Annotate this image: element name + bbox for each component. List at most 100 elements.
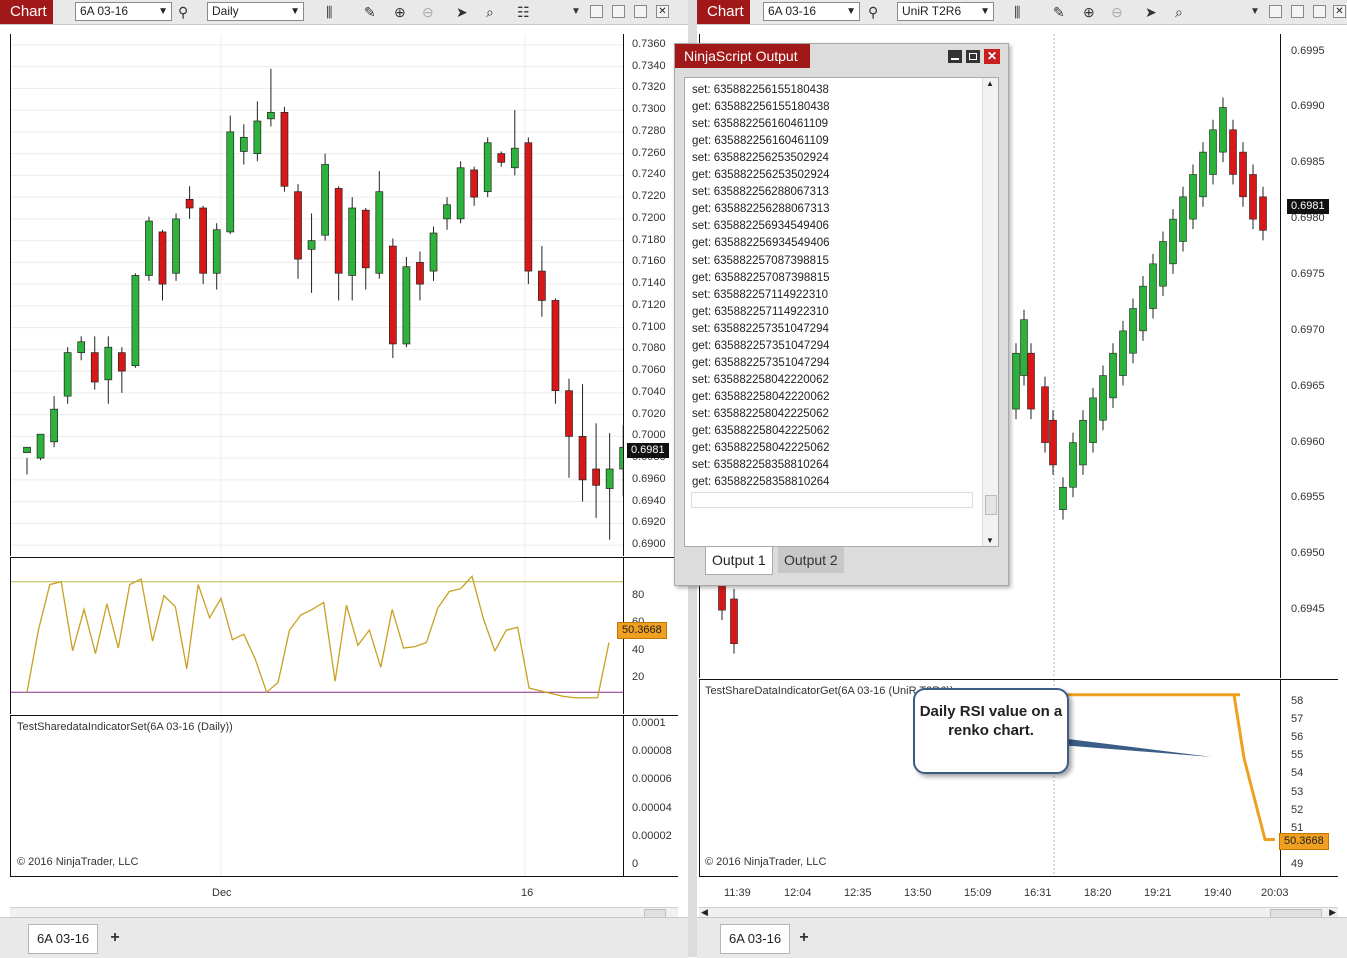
chevron-down-icon: ▼: [290, 6, 300, 17]
renko-brick: [1249, 174, 1257, 220]
scroll-down-icon[interactable]: ▼: [986, 536, 994, 545]
minimize-button[interactable]: [612, 5, 625, 18]
data-box-icon[interactable]: ⌕: [486, 3, 494, 21]
candle-body: [510, 147, 519, 169]
price-axis[interactable]: 0.7360 0.7340 0.7320 0.7300 0.7280 0.7260 0.72…: [623, 34, 679, 556]
rsi-panel[interactable]: [10, 558, 624, 714]
output-text-area[interactable]: set: 635882256155180438 get: 635882256155…: [684, 77, 999, 547]
bar-style-icon[interactable]: ⫼: [326, 3, 332, 21]
search-icon[interactable]: ⚲: [868, 3, 878, 21]
price-tick-label: 0.7120: [632, 298, 666, 311]
close-button[interactable]: ✕: [984, 49, 1000, 64]
output-line: get: 635882258042220062: [692, 390, 830, 403]
zoom-out-icon[interactable]: ⊖: [1111, 3, 1123, 21]
price-tick-label: 0.6950: [1291, 547, 1325, 560]
pencil-icon[interactable]: ✎: [364, 3, 376, 21]
dropdown-icon[interactable]: ▼: [571, 3, 581, 21]
candle-body: [497, 153, 506, 163]
indicator-tick-label: 49: [1291, 857, 1304, 870]
bar-style-icon[interactable]: ⫼: [1014, 3, 1020, 21]
close-button[interactable]: ✕: [656, 5, 669, 18]
time-axis[interactable]: Dec 16: [10, 877, 623, 907]
scroll-thumb[interactable]: [985, 495, 997, 515]
rsi-tick-label: 80: [632, 588, 645, 601]
price-tick-label: 0.7060: [632, 364, 666, 377]
callout-text: Daily RSI value on a renko chart.: [919, 703, 1063, 739]
properties-icon[interactable]: ☷: [517, 3, 530, 21]
instrument-selector[interactable]: 6A 03-16 ▼: [75, 2, 172, 21]
indicator-axis[interactable]: 0.0001 0.00008 0.00006 0.00004 0.00002 0: [623, 716, 679, 876]
price-tick-label: 0.6945: [1291, 603, 1325, 616]
pointer-icon[interactable]: ➤: [1145, 3, 1157, 21]
price-tick-label: 0.7220: [632, 190, 666, 203]
indicator-tick-label: 57: [1291, 713, 1304, 726]
candle-body: [185, 198, 194, 209]
instrument-selector[interactable]: 6A 03-16 ▼: [763, 2, 860, 21]
renko-brick: [730, 598, 738, 644]
workspace-button[interactable]: [590, 5, 603, 18]
candle-body: [456, 167, 465, 220]
zoom-out-icon[interactable]: ⊖: [422, 3, 434, 21]
maximize-button[interactable]: [634, 5, 647, 18]
data-box-icon[interactable]: ⌕: [1175, 3, 1183, 21]
search-icon[interactable]: ⚲: [178, 3, 188, 21]
zoom-in-icon[interactable]: ⊕: [394, 3, 406, 21]
price-tick-label: 0.6965: [1291, 379, 1325, 392]
price-axis[interactable]: 0.6995 0.6990 0.6985 0.6980 0.6975 0.6970 0.69…: [1280, 34, 1339, 678]
time-axis[interactable]: 11:39 12:04 12:35 13:50 15:09 16:31 18:20 19:21…: [699, 877, 1289, 907]
period-value: Daily: [212, 4, 239, 18]
time-tick-label: 19:21: [1144, 887, 1172, 899]
renko-brick: [1012, 352, 1020, 410]
workspace-button[interactable]: [1269, 5, 1282, 18]
chart-tag: Chart: [697, 0, 750, 24]
renko-brick: [1219, 107, 1227, 153]
time-tick-label: 12:35: [844, 887, 872, 899]
period-selector[interactable]: Daily ▼: [207, 2, 304, 21]
pointer-icon[interactable]: ➤: [456, 3, 468, 21]
price-tick-label: 0.7360: [632, 37, 666, 50]
price-tick-label: 0.7100: [632, 320, 666, 333]
renko-brick: [1089, 397, 1097, 443]
copyright: © 2016 NinjaTrader, LLC: [705, 856, 827, 868]
close-button[interactable]: ✕: [1333, 5, 1346, 18]
maximize-button[interactable]: [1313, 5, 1326, 18]
candle-body: [307, 240, 316, 250]
tab-6a-03-16[interactable]: 6A 03-16: [720, 924, 791, 954]
price-tick-label: 0.6975: [1291, 268, 1325, 280]
tab-output-1[interactable]: Output 1: [705, 547, 773, 575]
renko-brick: [1189, 174, 1197, 220]
dropdown-icon[interactable]: ▼: [1250, 3, 1260, 21]
last-price-marker: 0.6981: [1287, 199, 1329, 214]
minimize-button[interactable]: [1291, 5, 1304, 18]
price-tick-label: 0.7140: [632, 277, 666, 290]
candle-body: [429, 232, 438, 272]
minimize-button[interactable]: [948, 50, 962, 63]
zoom-in-icon[interactable]: ⊕: [1083, 3, 1095, 21]
price-tick-label: 0.6960: [632, 472, 666, 485]
input-line[interactable]: [691, 492, 973, 508]
output-line: get: 635882256155180438: [692, 101, 830, 114]
candle-body: [470, 169, 478, 198]
price-tick-label: 0.7040: [632, 385, 666, 398]
time-tick-label: 12:04: [784, 887, 812, 899]
price-panel[interactable]: [10, 34, 628, 556]
pencil-icon[interactable]: ✎: [1053, 3, 1065, 21]
vertical-scrollbar[interactable]: ▲ ▼: [982, 78, 998, 546]
instrument-value: 6A 03-16: [80, 4, 129, 18]
add-tab-button[interactable]: +: [793, 924, 815, 952]
scroll-up-icon[interactable]: ▲: [986, 79, 994, 88]
candle-body: [565, 390, 573, 437]
period-selector[interactable]: UniR T2R6 ▼: [897, 2, 994, 21]
tab-output-2[interactable]: Output 2: [778, 547, 844, 573]
price-tick-label: 0.7000: [632, 429, 666, 442]
rsi-tick-label: 40: [632, 643, 645, 656]
indicator-panel[interactable]: TestSharedataIndicatorSet(6A 03-16 (Dail…: [10, 716, 624, 876]
candle-body: [50, 408, 58, 443]
ninjascript-output-window[interactable]: NinjaScript Output ✕ set: 63588225615518…: [674, 43, 1009, 586]
price-tick-label: 0.6940: [632, 494, 666, 507]
left-tab-bar: 6A 03-16 +: [0, 917, 688, 958]
maximize-button[interactable]: [966, 50, 980, 63]
price-tick-label: 0.6955: [1291, 491, 1325, 504]
tab-6a-03-16[interactable]: 6A 03-16: [28, 924, 99, 954]
add-tab-button[interactable]: +: [104, 924, 126, 952]
